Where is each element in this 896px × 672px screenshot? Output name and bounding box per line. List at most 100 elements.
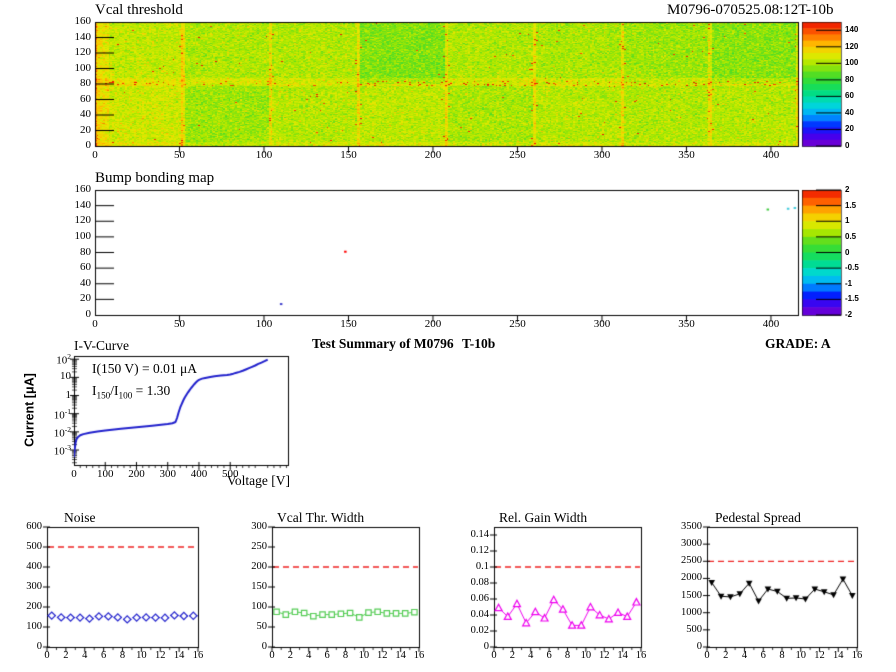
y-tick-label: 0.12 (439, 545, 489, 556)
y-tick-label: 0 (217, 641, 267, 652)
y-tick-label: 100 (41, 231, 91, 243)
iv-annotation: I(150 V) = 0.01 μA (92, 362, 197, 376)
colorbar-tick-label: 0 (845, 142, 849, 150)
iv-x-axis-label: Voltage [V] (200, 474, 290, 488)
y-tick-label: 400 (0, 561, 42, 572)
y-tick-label: 20 (41, 293, 91, 305)
y-tick-label: 0 (439, 641, 489, 652)
y-tick-label: 3500 (652, 521, 702, 532)
colorbar-tick-label: 40 (845, 109, 854, 117)
y-tick-label: 0.04 (439, 609, 489, 620)
colorbar-tick-label: 2 (845, 186, 849, 194)
y-tick-label: 1000 (652, 607, 702, 618)
colorbar-tick-label: 100 (845, 59, 858, 67)
y-tick-label: 100 (41, 63, 91, 75)
colorbar-tick-label: 0.5 (845, 233, 856, 241)
x-tick-label: 50 (157, 319, 201, 331)
y-tick-label: 102 (21, 353, 71, 367)
x-tick-label: 0 (73, 319, 117, 331)
iv-curve-title: I-V-Curve (74, 339, 129, 353)
y-tick-label: 80 (41, 78, 91, 90)
module-test-report-page: 0 20 40 60 80 100 120 140 160 0 50 100 150 200 250 300 3… (0, 0, 896, 672)
y-tick-label: 1500 (652, 590, 702, 601)
summary-subtitle: T-10b (462, 337, 495, 351)
y-tick-label: 140 (41, 200, 91, 212)
y-tick-label: 500 (0, 541, 42, 552)
y-tick-label: 2000 (652, 572, 702, 583)
rel-gain-width-plot-title: Rel. Gain Width (499, 511, 587, 525)
x-tick-label: 0 (73, 150, 117, 162)
x-tick-label: 16 (176, 650, 220, 661)
x-tick-label: 350 (664, 319, 708, 331)
y-tick-label: 250 (217, 541, 267, 552)
summary-title: Test Summary of M0796 (312, 337, 454, 351)
y-tick-label: 40 (41, 278, 91, 290)
y-tick-label: 20 (41, 125, 91, 137)
x-tick-label: 250 (495, 150, 539, 162)
y-tick-label: 60 (41, 94, 91, 106)
x-tick-label: 16 (397, 650, 441, 661)
y-tick-label: 0.14 (439, 529, 489, 540)
iv-annotation: I150/I100 = 1.30 (92, 384, 170, 401)
x-tick-label: 50 (157, 150, 201, 162)
x-tick-label: 200 (411, 150, 455, 162)
vcal-width-plot-title: Vcal Thr. Width (277, 511, 364, 525)
colorbar-tick-label: 140 (845, 26, 858, 34)
x-tick-label: 200 (411, 319, 455, 331)
pedestal-spread-plot-title: Pedestal Spread (715, 511, 801, 525)
x-tick-label: 16 (835, 650, 879, 661)
colorbar-tick-label: 1.5 (845, 202, 856, 210)
iv-y-axis-label: Current [μA] (23, 373, 36, 447)
y-tick-label: 150 (217, 581, 267, 592)
x-tick-label: 150 (326, 150, 370, 162)
colorbar-tick-label: -1.5 (845, 295, 859, 303)
colorbar-tick-label: 20 (845, 125, 854, 133)
x-tick-label: 300 (580, 319, 624, 331)
y-tick-label: 200 (0, 601, 42, 612)
y-tick-label: 50 (217, 621, 267, 632)
x-tick-label: 250 (495, 319, 539, 331)
bump-bonding-title: Bump bonding map (95, 171, 214, 187)
x-tick-label: 400 (749, 150, 793, 162)
colorbar-tick-label: -0.5 (845, 264, 859, 272)
colorbar-tick-label: 80 (845, 76, 854, 84)
vcal-threshold-title: Vcal threshold (95, 3, 183, 19)
y-tick-label: 600 (0, 521, 42, 532)
x-tick-label: 300 (580, 150, 624, 162)
x-tick-label: 100 (242, 319, 286, 331)
y-tick-label: 160 (41, 16, 91, 28)
colorbar-tick-label: 1 (845, 217, 849, 225)
noise-plot-title: Noise (64, 511, 96, 525)
y-tick-label: 0.1 (439, 561, 489, 572)
y-tick-label: 140 (41, 32, 91, 44)
colorbar-tick-label: -1 (845, 280, 852, 288)
y-tick-label: 0.08 (439, 577, 489, 588)
y-tick-label: 120 (41, 47, 91, 59)
y-tick-label: 100 (217, 601, 267, 612)
y-tick-label: 0 (0, 641, 42, 652)
x-tick-label: 350 (664, 150, 708, 162)
y-tick-label: 160 (41, 184, 91, 196)
colorbar-tick-label: -2 (845, 311, 852, 319)
grade-badge: GRADE: A (765, 337, 831, 351)
y-tick-label: 3000 (652, 538, 702, 549)
x-tick-label: 100 (242, 150, 286, 162)
y-tick-label: 0.02 (439, 625, 489, 636)
y-tick-label: 100 (0, 621, 42, 632)
y-tick-label: 40 (41, 109, 91, 121)
colorbar-tick-label: 60 (845, 92, 854, 100)
y-tick-label: 500 (652, 624, 702, 635)
y-tick-label: 300 (217, 521, 267, 532)
module-id-title: M0796-070525.08:12T-10b (667, 3, 834, 19)
x-tick-label: 400 (749, 319, 793, 331)
y-tick-label: 60 (41, 262, 91, 274)
y-tick-label: 300 (0, 581, 42, 592)
colorbar-tick-label: 120 (845, 43, 858, 51)
y-tick-label: 200 (217, 561, 267, 572)
x-tick-label: 150 (326, 319, 370, 331)
y-tick-label: 0 (652, 641, 702, 652)
y-tick-label: 2500 (652, 555, 702, 566)
y-tick-label: 80 (41, 247, 91, 259)
y-tick-label: 0.06 (439, 593, 489, 604)
y-tick-label: 120 (41, 215, 91, 227)
